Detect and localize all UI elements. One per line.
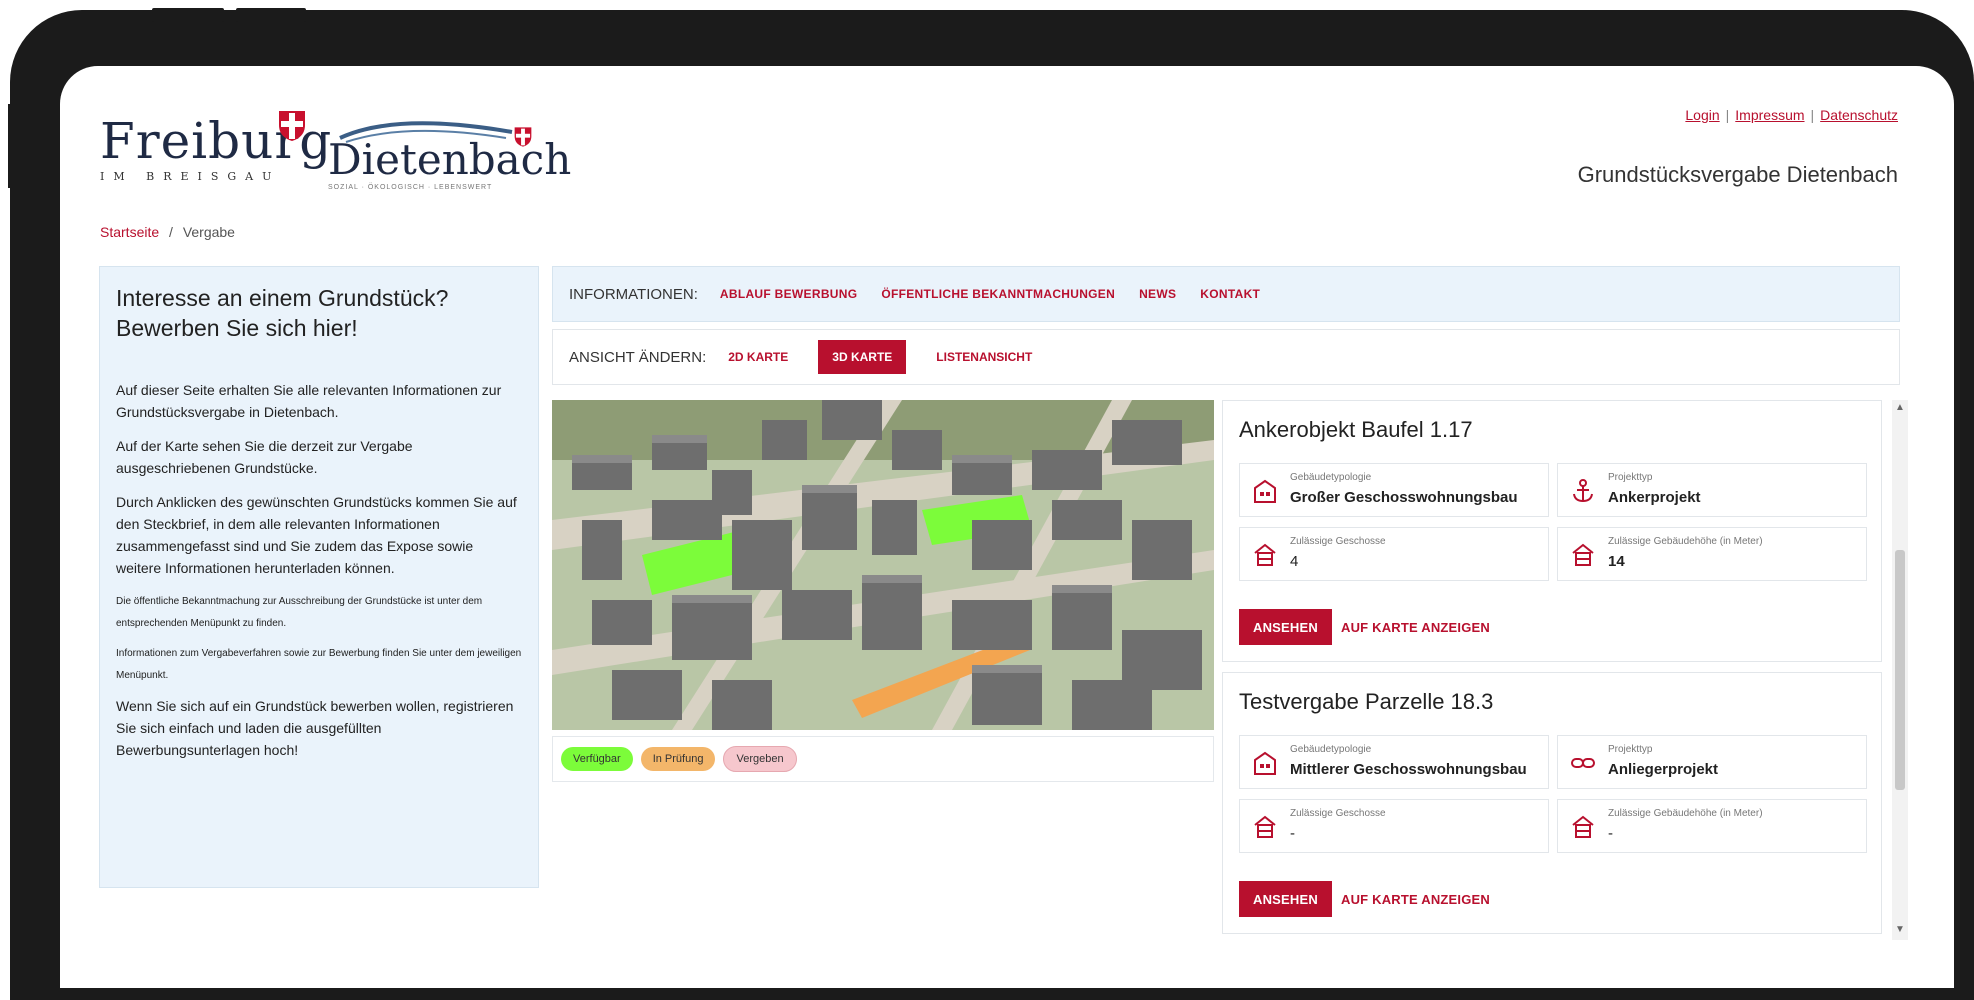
field-value: Ankerprojekt [1608,489,1701,506]
info-paragraph-small: Informationen zum Vergabeverfahren sowie… [116,648,522,681]
info-paragraph: Auf dieser Seite erhalten Sie alle relev… [116,382,502,420]
scroll-down-icon[interactable]: ▼ [1895,924,1905,935]
field-label: Zulässige Geschosse [1290,808,1386,819]
dietenbach-logo-subtitle: SOZIAL · ÖKOLOGISCH · LEBENSWERT [328,184,493,191]
legend-available: Verfügbar [561,747,633,771]
scroll-up-icon[interactable]: ▲ [1895,402,1905,413]
freiburg-logo-subtitle: IM BREISGAU [100,170,281,183]
view-button[interactable]: ANSEHEN [1239,881,1332,917]
scroll-thumb[interactable] [1895,550,1905,790]
breadcrumb-current: Vergabe [182,224,235,240]
information-label: INFORMATIONEN: [569,285,698,303]
device-button [236,8,306,22]
field-gebaeudetypologie: Gebäudetypologie Großer Geschosswohnungs… [1239,463,1549,517]
field-projekttyp: Projekttyp Anliegerprojekt [1557,735,1867,789]
legend-in-review: In Prüfung [640,747,716,771]
floors-icon [1254,543,1276,566]
dietenbach-shield-icon [514,127,532,147]
height-icon [1572,815,1594,838]
plot-list: Ankerobjekt Baufel 1.17 Gebäudetypologie… [1222,400,1890,974]
field-value: Großer Geschosswohnungsbau [1290,489,1518,506]
field-value: Mittlerer Geschosswohnungsbau [1290,761,1527,778]
building-type-icon [1254,479,1276,503]
nav-oeffentliche-bekanntmachungen[interactable]: ÖFFENTLICHE BEKANNTMACHUNGEN [881,287,1115,301]
floors-icon [1254,815,1276,838]
login-link[interactable]: Login [1685,107,1719,123]
dietenbach-logo-text: Dietenbach [328,135,572,184]
3d-map[interactable] [552,400,1214,730]
top-links: Login | Impressum | Datenschutz [1685,107,1898,123]
plot-card: Ankerobjekt Baufel 1.17 Gebäudetypologie… [1222,400,1882,662]
dietenbach-logo[interactable]: Dietenbach SOZIAL · ÖKOLOGISCH · LEBENSW… [328,116,571,191]
field-value: - [1608,825,1613,842]
breadcrumb: Startseite / Vergabe [100,224,235,240]
anchor-icon [1573,479,1593,503]
field-value: - [1290,825,1295,842]
building-type-icon [1254,751,1276,775]
device-side-button [8,104,22,188]
screen: Freiburg IM BREISGAU Dietenbach SOZIAL ·… [60,66,1954,988]
field-label: Gebäudetypologie [1290,472,1372,483]
info-paragraph: Wenn Sie sich auf ein Grundstück bewerbe… [116,698,514,758]
datenschutz-link[interactable]: Datenschutz [1820,107,1898,123]
field-gebaeudehoehe: Zulässige Gebäudehöhe (in Meter) 14 [1557,527,1867,581]
list-scrollbar[interactable]: ▲ ▼ [1892,400,1908,940]
plot-title: Ankerobjekt Baufel 1.17 [1239,417,1473,442]
breadcrumb-separator: / [169,224,173,240]
field-value: 14 [1608,553,1625,570]
field-label: Projekttyp [1608,744,1653,755]
information-nav: INFORMATIONEN: ABLAUF BEWERBUNG ÖFFENTLI… [552,266,1900,322]
plot-title: Testvergabe Parzelle 18.3 [1239,689,1494,714]
field-label: Gebäudetypologie [1290,744,1372,755]
field-projekttyp: Projekttyp Ankerprojekt [1557,463,1867,517]
legend-assigned: Vergeben [723,746,797,772]
field-label: Zulässige Gebäudehöhe (in Meter) [1608,536,1763,547]
field-gebaeudetypologie: Gebäudetypologie Mittlerer Geschosswohnu… [1239,735,1549,789]
3d-map-canvas[interactable] [552,400,1214,730]
info-paragraph-small: Die öffentliche Bekanntmachung zur Aussc… [116,596,483,629]
impressum-link[interactable]: Impressum [1735,107,1804,123]
show-on-map-button[interactable]: AUF KARTE ANZEIGEN [1341,881,1490,917]
field-geschosse: Zulässige Geschosse - [1239,799,1549,853]
nav-news[interactable]: NEWS [1139,287,1176,301]
info-panel: Interesse an einem Grundstück? Bewerben … [99,266,539,888]
nav-kontakt[interactable]: KONTAKT [1200,287,1260,301]
height-icon [1572,543,1594,566]
nav-ablauf-bewerbung[interactable]: ABLAUF BEWERBUNG [720,287,857,301]
map-legend: Verfügbar In Prüfung Vergeben [552,736,1214,782]
field-label: Zulässige Gebäudehöhe (in Meter) [1608,808,1763,819]
info-heading: Interesse an einem Grundstück? Bewerben … [116,285,449,341]
wave-icon [339,121,513,143]
field-gebaeudehoehe: Zulässige Gebäudehöhe (in Meter) - [1557,799,1867,853]
separator: | [1725,107,1730,123]
view-switcher: ANSICHT ÄNDERN: 2D KARTE 3D KARTE LISTEN… [552,329,1900,385]
field-value: 4 [1290,553,1299,570]
plot-card: Testvergabe Parzelle 18.3 Gebäudetypolog… [1222,672,1882,934]
show-on-map-button[interactable]: AUF KARTE ANZEIGEN [1341,609,1490,645]
view-label: ANSICHT ÄNDERN: [569,348,707,366]
view-button[interactable]: ANSEHEN [1239,609,1332,645]
view-2d-map-button[interactable]: 2D KARTE [714,340,802,374]
info-paragraph: Durch Anklicken des gewünschten Grundstü… [116,494,517,576]
site-title: Grundstücksvergabe Dietenbach [1577,162,1898,187]
field-label: Projekttyp [1608,472,1653,483]
view-3d-map-button[interactable]: 3D KARTE [818,340,907,374]
breadcrumb-home[interactable]: Startseite [100,224,159,240]
field-value: Anliegerprojekt [1608,761,1719,778]
device-button [152,8,224,22]
info-paragraph: Auf der Karte sehen Sie die derzeit zur … [116,438,413,476]
field-geschosse: Zulässige Geschosse 4 [1239,527,1549,581]
field-label: Zulässige Geschosse [1290,536,1386,547]
freiburg-shield-icon [279,111,305,141]
link-icon [1571,758,1595,768]
view-list-button[interactable]: LISTENANSICHT [922,340,1046,374]
separator: | [1810,107,1815,123]
